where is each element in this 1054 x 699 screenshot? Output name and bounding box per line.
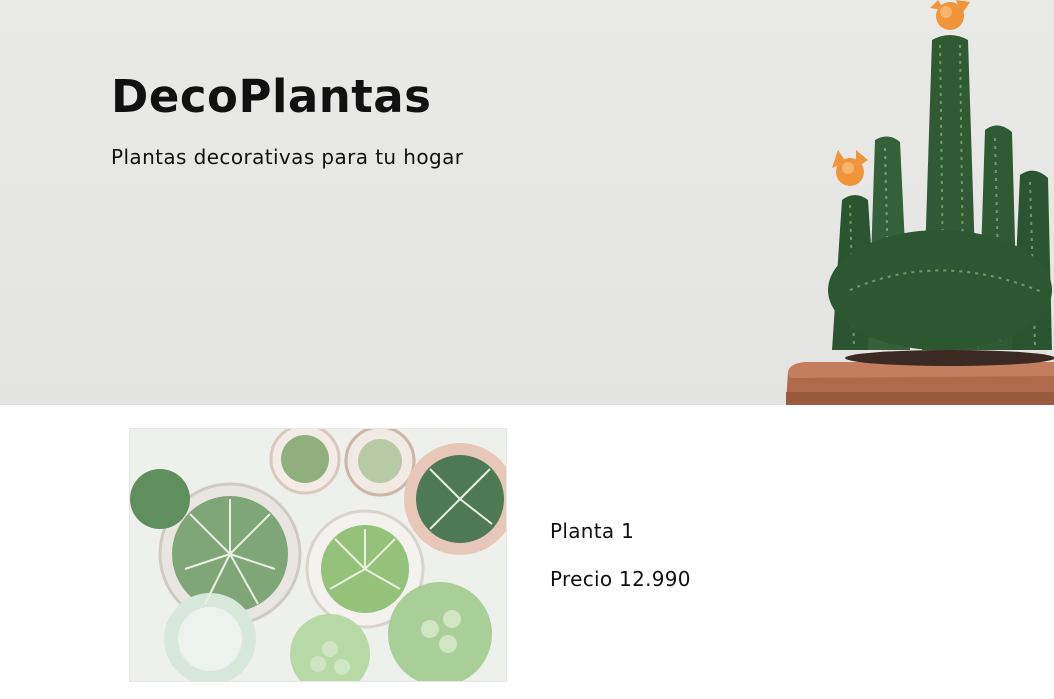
hero-banner: DecoPlantas Plantas decorativas para tu …: [0, 0, 1054, 405]
product-list: Planta 1 Precio 12.990: [0, 405, 1054, 699]
cactus-in-pot-icon: [786, 0, 1054, 405]
product-name[interactable]: Planta 1: [550, 519, 634, 543]
product-price: Precio 12.990: [550, 567, 691, 591]
succulents-top-view-icon: [130, 429, 506, 681]
site-title: DecoPlantas: [111, 70, 432, 123]
site-subtitle: Plantas decorativas para tu hogar: [111, 145, 464, 169]
product-image[interactable]: [129, 428, 507, 682]
